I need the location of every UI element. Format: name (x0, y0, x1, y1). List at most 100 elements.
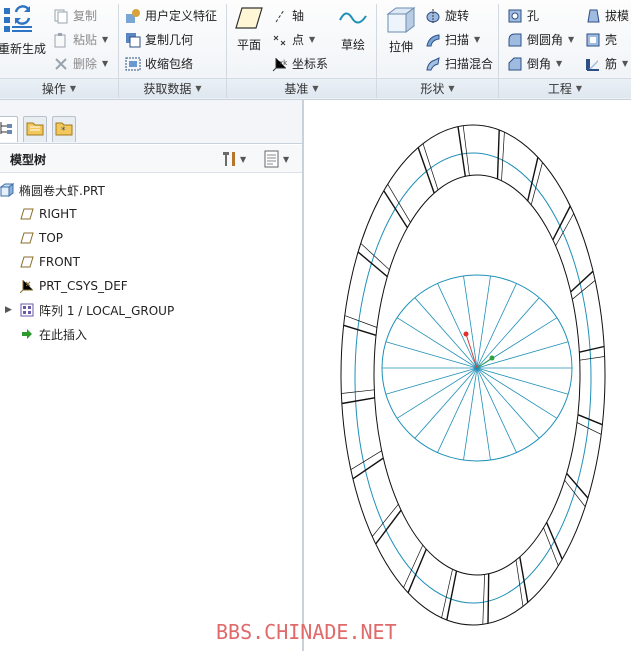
sketch-icon (338, 6, 368, 30)
chamfer-caret-icon: ▼ (556, 59, 563, 68)
group-engineering[interactable]: 工程 ▼ (499, 78, 631, 98)
favorites-icon: * (55, 122, 73, 136)
group-operations-label: 操作 (41, 82, 66, 96)
hole-button[interactable]: 孔 (507, 7, 539, 24)
chamfer-button[interactable]: 倒角 ▼ (507, 55, 562, 72)
tree-item-insert-here[interactable]: 在此插入 (20, 324, 87, 344)
graphics-window[interactable] (304, 100, 631, 651)
hole-icon (507, 8, 523, 24)
section-ray (476, 297, 540, 369)
round-button[interactable]: 倒圆角 ▼ (507, 31, 574, 48)
copy-icon (53, 8, 69, 24)
tree-item-pattern[interactable]: ▶ 阵列 1 / LOCAL_GROUP (5, 300, 174, 320)
paste-caret-icon: ▼ (102, 35, 109, 44)
segment-divider (564, 479, 586, 507)
model-tree: 椭圆卷大虾.PRT RIGHT TOP FRONT PRT_CSYS_DEF ▶… (0, 174, 303, 651)
sweep-button[interactable]: 扫描 ▼ (425, 31, 480, 48)
swept-blend-button[interactable]: 扫描混合 (425, 55, 493, 72)
rib-button[interactable]: 筋 ▼ (585, 55, 628, 72)
group-datum-label: 基准 (284, 82, 309, 96)
shrinkwrap-label: 收缩包络 (145, 57, 194, 71)
group-shapes[interactable]: 形状 ▼ (377, 78, 498, 98)
point-button[interactable]: 点 ▼ (272, 31, 315, 48)
ribbon: 重新生成 复制 粘贴 ▼ 删除 ▼ 用户定义特征 复制几何 收缩包络 平面 轴 点 ▼ (0, 0, 631, 100)
tools-icon (223, 152, 235, 166)
plane-button[interactable]: 平面 (234, 6, 264, 53)
rib-caret-icon: ▼ (622, 59, 629, 68)
tab-model-tree[interactable] (0, 116, 18, 142)
segment-divider (579, 345, 605, 353)
group-get-data[interactable]: 获取数据 ▼ (119, 78, 226, 98)
swept-blend-icon (425, 56, 441, 72)
point-icon (272, 32, 288, 48)
tree-item-csys[interactable]: PRT_CSYS_DEF (19, 276, 128, 296)
outer-edge (340, 124, 606, 626)
round-icon (507, 32, 523, 48)
regenerate-icon (0, 4, 38, 38)
segment-divider (576, 422, 602, 435)
copy-button[interactable]: 复制 (53, 7, 97, 24)
copy-geometry-label: 复制几何 (145, 33, 194, 47)
draft-button[interactable]: 拔模 (585, 7, 629, 24)
svg-text:xk: xk (279, 59, 288, 67)
extrude-button[interactable]: 拉伸 (386, 6, 416, 55)
paste-icon (53, 32, 69, 48)
datum-plane-icon (20, 255, 34, 269)
copy-geometry-button[interactable]: 复制几何 (125, 31, 193, 48)
group-datum[interactable]: 基准 ▼ (227, 78, 376, 98)
shell-button[interactable]: 壳 (585, 31, 617, 48)
section-ray (476, 341, 569, 369)
sweep-caret-icon: ▼ (474, 35, 481, 44)
segment-divider (570, 270, 594, 293)
tree-item-label: 在此插入 (39, 327, 88, 342)
tab-folder-browser[interactable] (23, 116, 47, 142)
shell-icon (585, 32, 601, 48)
datum-plane-icon (20, 207, 34, 221)
csys-button[interactable]: xk 坐标系 (272, 55, 328, 72)
shell-label: 壳 (605, 33, 618, 47)
tab-favorites[interactable]: * (52, 116, 76, 142)
axis-icon (272, 8, 288, 24)
part-icon (0, 183, 15, 197)
segment-divider (572, 280, 596, 300)
section-ray (476, 367, 569, 395)
shrinkwrap-button[interactable]: 收缩包络 (125, 55, 193, 72)
segment-divider (350, 450, 382, 470)
segment-divider (343, 324, 377, 336)
folder-icon (26, 122, 44, 136)
delete-button[interactable]: 删除 ▼ (53, 55, 108, 72)
paste-button[interactable]: 粘贴 ▼ (53, 31, 108, 48)
tree-settings-button[interactable]: ▼ (219, 149, 246, 169)
tree-item-right[interactable]: RIGHT (20, 204, 77, 224)
pattern-icon (20, 303, 34, 317)
plane-label: 平面 (236, 38, 261, 52)
inner-edge (373, 174, 581, 576)
tree-item-top[interactable]: TOP (20, 228, 63, 248)
segment-divider (482, 574, 485, 625)
revolve-button[interactable]: 旋转 (425, 7, 469, 24)
tree-item-part[interactable]: 椭圆卷大虾.PRT (0, 180, 105, 200)
section-ray (385, 367, 478, 395)
csys-point-green (489, 355, 495, 361)
group-engineering-caret-icon: ▼ (575, 84, 583, 93)
hole-label: 孔 (527, 9, 540, 23)
tree-show-button[interactable]: ▼ (262, 149, 289, 169)
sweep-icon (425, 32, 441, 48)
expand-arrow-icon[interactable]: ▶ (5, 305, 15, 315)
sketch-button[interactable]: 草绘 (338, 6, 368, 53)
udf-button[interactable]: 用户定义特征 (125, 7, 217, 24)
tree-item-label: PRT_CSYS_DEF (39, 279, 128, 293)
csys-point-red (463, 331, 469, 337)
group-engineering-label: 工程 (547, 82, 572, 96)
group-operations[interactable]: 操作 ▼ (0, 78, 118, 98)
tree-item-front[interactable]: FRONT (20, 252, 80, 272)
model-drawing (340, 124, 606, 626)
group-shapes-label: 形状 (420, 82, 445, 96)
section-ray (476, 367, 540, 439)
segment-divider (487, 573, 490, 624)
regenerate-button[interactable]: 重新生成 (0, 4, 46, 57)
axis-button[interactable]: 轴 (272, 7, 304, 24)
group-shapes-caret-icon: ▼ (448, 84, 455, 93)
copy-geometry-icon (125, 32, 141, 48)
draft-label: 拔模 (605, 9, 630, 23)
